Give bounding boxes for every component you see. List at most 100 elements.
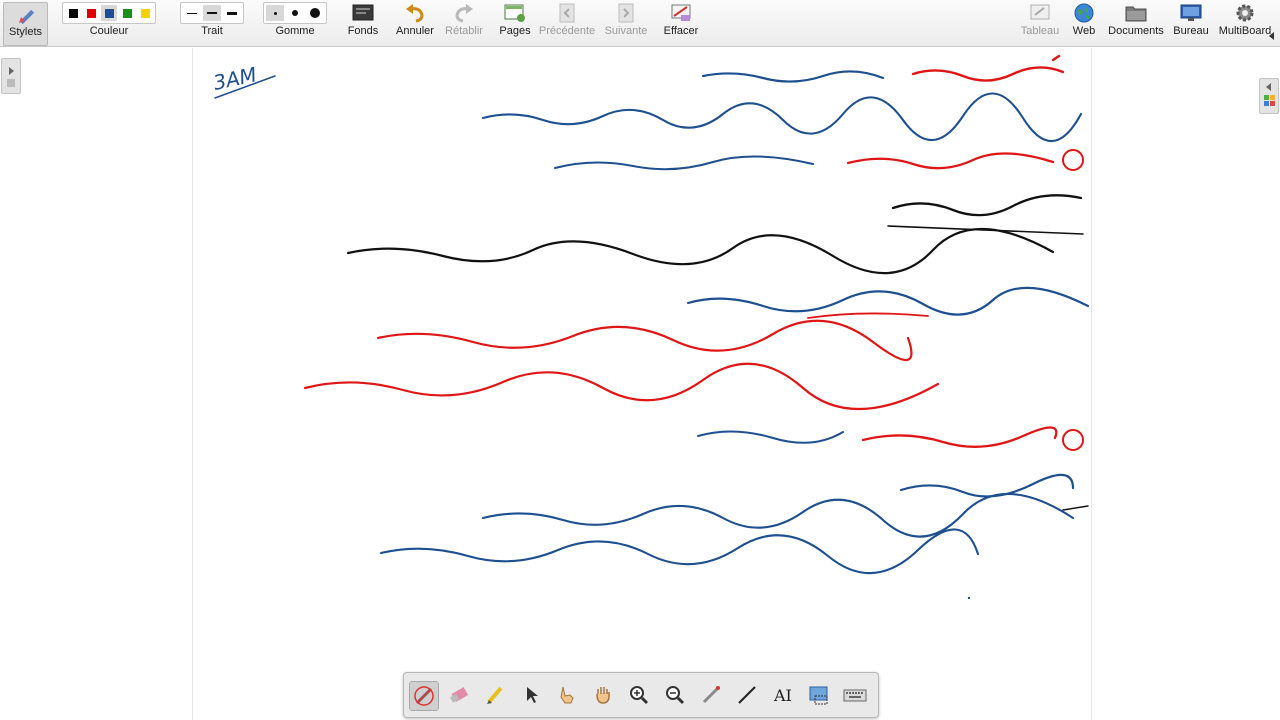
main-toolbar: Stylets Couleur Trait Gomme Fonds Annule… [0, 0, 1280, 47]
ink-line-5 [346, 227, 1055, 275]
ink-line-9-blue [697, 430, 844, 444]
hand-icon [596, 687, 610, 704]
next-page-icon [618, 3, 634, 23]
couleur-group: Couleur [55, 2, 163, 44]
annuler-label: Annuler [396, 25, 434, 37]
zoom-out-icon [666, 686, 685, 705]
ink-line-10 [899, 473, 1075, 498]
ink-line-11 [481, 492, 1075, 538]
right-panel-handle[interactable] [1259, 78, 1279, 114]
undo-icon [406, 4, 424, 23]
hand-pointer-tool-button[interactable] [553, 681, 581, 709]
color-red[interactable] [83, 5, 99, 21]
previous-page-icon [559, 3, 575, 23]
whiteboard-page[interactable]: 3AM [192, 48, 1092, 720]
multiboard-label: MultiBoard [1218, 25, 1272, 37]
pan-tool-button[interactable] [589, 681, 617, 709]
drawing-tools-dock: AI [403, 672, 879, 718]
annuler-button[interactable]: Annuler [394, 2, 436, 44]
ink-dot [967, 596, 971, 600]
pen-icon [18, 9, 34, 25]
ink-line-1-red [911, 54, 1065, 82]
handwriting-canvas: 3AM [211, 54, 1090, 600]
text-icon: AI [773, 686, 792, 705]
ink-line-3-red [846, 152, 1055, 170]
pages-button[interactable]: Pages [497, 2, 533, 44]
tableau-button[interactable]: Tableau [1020, 2, 1060, 44]
suivante-label: Suivante [604, 25, 648, 37]
clear-board-icon [671, 4, 691, 21]
laser-pen-tool-button[interactable] [697, 681, 725, 709]
bureau-button[interactable]: Bureau [1172, 2, 1210, 44]
documents-button[interactable]: Documents [1108, 2, 1164, 44]
hand-pointer-icon [560, 686, 574, 704]
svg-text:AI: AI [773, 686, 792, 705]
highlighter-tool-button[interactable] [481, 681, 509, 709]
eraser-tool-button[interactable] [445, 681, 473, 709]
whiteboard-icon [1030, 4, 1050, 20]
pen-tool-button[interactable] [409, 681, 439, 711]
fonds-button[interactable]: Fonds [344, 2, 382, 44]
line-thick[interactable] [223, 5, 241, 21]
color-green[interactable] [119, 5, 135, 21]
gomme-group: Gomme [262, 2, 328, 44]
tableau-label: Tableau [1020, 25, 1060, 37]
ink-red-mark-6 [807, 312, 929, 319]
ink-line-9-red [861, 426, 1058, 448]
expand-right-icon [1264, 83, 1275, 106]
pages-icon [504, 4, 525, 22]
text-tool-button[interactable]: AI [769, 681, 797, 709]
retablir-button[interactable]: Rétablir [444, 2, 484, 44]
ink-underline-10 [1062, 505, 1089, 511]
background-icon [352, 4, 374, 21]
stylets-button[interactable]: Stylets [3, 2, 48, 46]
eraser-medium[interactable] [286, 5, 304, 21]
keyboard-tool-button[interactable] [841, 681, 869, 709]
ink-line-1-blue [701, 70, 885, 83]
color-yellow[interactable] [137, 5, 153, 21]
globe-icon [1074, 3, 1094, 23]
bureau-label: Bureau [1173, 25, 1209, 37]
trait-group: Trait [179, 2, 245, 44]
ink-line-4 [891, 194, 1083, 217]
multiboard-button[interactable]: MultiBoard [1218, 2, 1272, 44]
line-tool-button[interactable] [733, 681, 761, 709]
pointer-tool-button[interactable] [517, 681, 545, 709]
ink-line-6 [686, 286, 1090, 316]
web-button[interactable]: Web [1070, 2, 1098, 44]
color-black[interactable] [65, 5, 81, 21]
gomme-label: Gomme [275, 25, 315, 37]
web-label: Web [1072, 25, 1096, 37]
left-panel-handle[interactable] [1, 58, 21, 94]
retablir-label: Rétablir [445, 25, 483, 37]
documents-label: Documents [1108, 25, 1164, 37]
redo-icon [455, 4, 473, 23]
line-medium[interactable] [203, 5, 221, 21]
toolbar-overflow-icon[interactable] [1268, 30, 1276, 42]
eraser-icon [450, 687, 469, 703]
screen-capture-tool-button[interactable] [805, 681, 833, 709]
zoom-in-tool-button[interactable] [625, 681, 653, 709]
color-blue[interactable] [101, 5, 117, 21]
line-thin[interactable] [183, 5, 201, 21]
stylets-label: Stylets [8, 26, 42, 38]
folder-icon [1125, 6, 1147, 22]
desktop-icon [1180, 4, 1202, 21]
trait-label: Trait [201, 25, 223, 37]
keyboard-icon [843, 689, 867, 702]
precedente-button[interactable]: Précédente [539, 2, 595, 44]
suivante-button[interactable]: Suivante [604, 2, 648, 44]
effacer-label: Effacer [663, 25, 699, 37]
ink-line-3-blue [554, 155, 814, 171]
line-icon [738, 686, 756, 704]
eraser-small[interactable] [266, 5, 284, 21]
ink-line-8 [303, 362, 940, 411]
effacer-button[interactable]: Effacer [662, 2, 700, 44]
eraser-large[interactable] [306, 5, 324, 21]
ink-line-7 [376, 319, 913, 362]
gear-icon [1236, 4, 1254, 22]
expand-left-icon [7, 67, 15, 87]
pages-label: Pages [499, 25, 531, 37]
ink-line-2 [481, 92, 1083, 143]
zoom-out-tool-button[interactable] [661, 681, 689, 709]
